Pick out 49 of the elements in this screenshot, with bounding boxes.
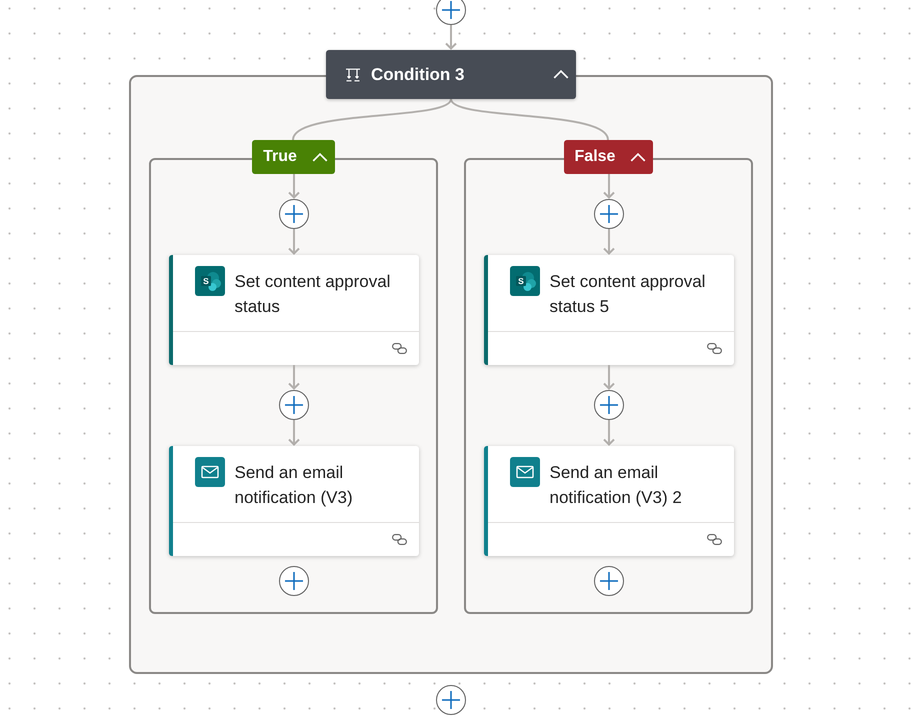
add-step-button[interactable] <box>278 566 308 596</box>
action-title: Set content approval status <box>234 271 392 318</box>
link-icon <box>706 343 722 354</box>
chevron-up-icon[interactable] <box>553 70 569 79</box>
branch-icon <box>345 68 361 82</box>
connector-arrow <box>288 229 300 255</box>
action-title: Set content approval status 5 <box>550 271 706 318</box>
plus-icon <box>442 1 460 19</box>
connector-arrow <box>288 174 300 199</box>
plus-icon <box>442 691 460 709</box>
condition-header[interactable]: Condition 3 <box>326 50 576 99</box>
chevron-up-icon[interactable] <box>312 152 328 162</box>
connector-arrow <box>602 174 614 199</box>
plus-icon <box>600 205 618 223</box>
chevron-up-icon[interactable] <box>630 152 646 162</box>
action-card[interactable]: S Set content approval status 5 <box>484 255 734 365</box>
envelope-icon <box>510 457 540 487</box>
add-step-button[interactable] <box>594 566 624 596</box>
action-card[interactable]: Send an email notification (V3) <box>168 446 418 556</box>
condition-title: Condition 3 <box>371 64 464 86</box>
add-step-button[interactable] <box>436 685 466 715</box>
action-card[interactable]: S Set content approval status <box>168 255 418 365</box>
branch-header-button[interactable]: True <box>252 140 335 174</box>
add-step-button[interactable] <box>278 390 308 420</box>
add-step-button[interactable] <box>594 390 624 420</box>
add-step-button[interactable] <box>436 0 466 25</box>
plus-icon <box>284 396 302 414</box>
action-title: Send an email notification (V3) <box>234 462 354 509</box>
plus-icon <box>284 205 302 223</box>
plus-icon <box>600 396 618 414</box>
connector-arrow <box>288 420 300 446</box>
connector-arrow <box>602 420 614 446</box>
add-step-button[interactable] <box>594 199 624 229</box>
add-step-button[interactable] <box>278 199 308 229</box>
connector-arrow <box>602 229 614 255</box>
connector-arrow <box>602 365 614 390</box>
connector-arrow <box>288 365 300 390</box>
connector-arrow <box>445 25 457 50</box>
connector-logo-icon: S <box>194 266 224 296</box>
link-icon <box>392 343 406 354</box>
link-icon <box>392 534 406 545</box>
link-icon <box>706 534 722 545</box>
action-card[interactable]: Send an email notification (V3) 2 <box>484 446 734 556</box>
plus-icon <box>284 572 302 590</box>
plus-icon <box>600 572 618 590</box>
envelope-icon <box>194 457 224 487</box>
connector-logo-icon: S <box>510 266 540 296</box>
action-title: Send an email notification (V3) 2 <box>550 462 683 509</box>
branch-header-button[interactable]: False <box>564 140 654 174</box>
